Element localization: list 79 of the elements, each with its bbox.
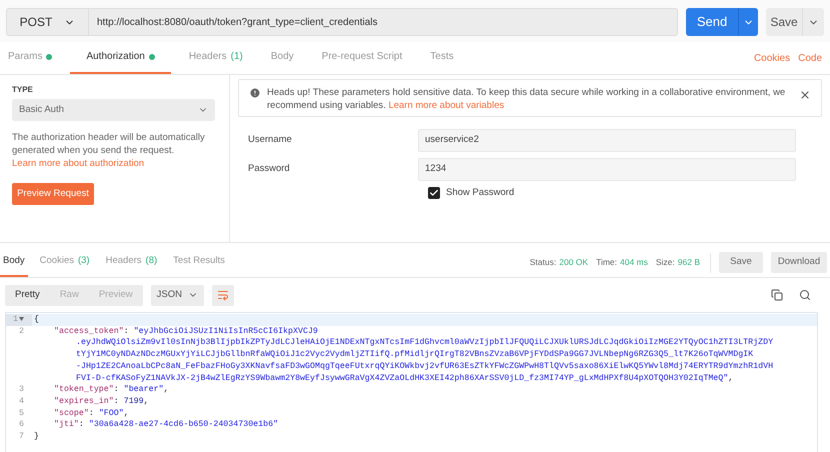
code-token: "access_token" (54, 326, 124, 336)
code-token: "scope" (54, 408, 89, 418)
stat-label: Status: (530, 256, 556, 269)
request-tab[interactable]: Pre-request Script (312, 49, 412, 74)
checkbox-label: Show Password (446, 186, 514, 200)
code-token: .eyJhdWQiOlsiZm9vIl0sInNjb3BlIjpbIkZPTyJdLCJleHAiOjE1NDExNTgxNTcsImF1dGhvcml0aWVzIjpbIlJFQUQiLCJXUklURSJdLCJqdGkiOiIzMGE2YTQyOC1hZTI3LTRjZDY (76, 338, 774, 348)
code-token: "eyJhbGciOiJSUzI1NiIsInR5cCI6IkpXVCJ9 (134, 326, 318, 336)
line-number: 6 (18, 419, 25, 432)
stat-value: 404 ms (620, 256, 648, 269)
response-button[interactable]: Download (771, 252, 827, 273)
code-token: "30a6a428-ae27-4cd6-b650-24034730e1b6" (88, 420, 278, 430)
response-tab[interactable]: Headers (8) (100, 254, 164, 277)
code-token: { (34, 315, 39, 324)
wrap-icon (216, 289, 229, 301)
response-tab[interactable]: Test Results (167, 254, 231, 277)
stat-label: Time: (596, 256, 617, 269)
auth-description: The authorization header will be automatically generated when you send the request. Learn more about authorization (12, 131, 206, 170)
field-label: Password (247, 162, 291, 176)
send-menu-button[interactable] (738, 8, 758, 36)
request-tab[interactable]: Body (260, 49, 304, 74)
code-token: : (114, 385, 120, 394)
preview-request-button[interactable]: Preview Request (12, 183, 94, 205)
line-number: 1 (6, 314, 32, 326)
line-number: 4 (18, 396, 25, 408)
request-tab[interactable]: Params (8, 49, 62, 74)
line-number: 2 (18, 326, 25, 338)
code-token: "expires_in" (54, 396, 114, 406)
link[interactable]: Cookies (754, 51, 790, 66)
code-token: , (124, 408, 129, 418)
learn-more-link[interactable]: Learn more about variables (388, 100, 504, 111)
code-token: , (728, 374, 734, 383)
code-token: FVI-D-cfKASoFyZ1NAVkJX-2jB4wZlEgRzYS9Wbawm2Y8wEyfJsywwGRaVgX4ZVZaOLdHK3XEI42ph86XArSSV0jLD_fz3MI74YP_gLxMdHPXf8U4pXOTQOH3Y02IqTMeQ" (76, 374, 728, 383)
view-mode-tab[interactable]: Pretty (5, 284, 50, 306)
stat-label: Size: (656, 256, 675, 269)
input-field[interactable]: 1234 (418, 158, 796, 181)
code-token: "token_type" (54, 385, 114, 394)
request-tab[interactable]: Headers (1) (178, 49, 253, 74)
line-number: 3 (18, 384, 25, 396)
code-token: "FOO" (98, 408, 124, 418)
code-token: , (164, 385, 169, 394)
format-dropdown[interactable]: JSON (150, 284, 204, 306)
code-token: , (144, 396, 149, 406)
alert-icon (249, 87, 261, 99)
response-tab[interactable]: Body (0, 254, 28, 277)
input-field[interactable]: userservice2 (418, 129, 796, 152)
fold-caret-icon[interactable] (19, 316, 24, 321)
code-token: : (88, 408, 95, 418)
response-tab[interactable]: Cookies (3) (34, 254, 96, 277)
code-token: tYjY1MC0yNDAzNDczMGUxYjYiLCJjbGllbnRfaWQiOiJ1c2Vyc2VydmljZTIifQ.pfMidljrQIrgT82VBnsZVzaB6VPjFYDdSPa9GG7JVLNbepNg6RZG3Q5_lt7K26oTqWVMDgIK (76, 350, 754, 360)
view-mode-tab[interactable]: Preview (88, 284, 143, 306)
code-token: : (78, 420, 85, 430)
request-tab[interactable]: Authorization (70, 49, 171, 74)
code-token: : (114, 396, 120, 406)
code-token: : (124, 326, 130, 336)
auth-type-dropdown[interactable]: Basic Auth (12, 99, 215, 121)
request-tab[interactable]: Tests (420, 49, 464, 74)
stat-value: 200 OK (559, 256, 588, 269)
code-token: } (34, 432, 39, 442)
wrap-lines-button[interactable] (212, 284, 234, 306)
code-token: "jti" (54, 420, 79, 430)
code-token: "bearer" (124, 385, 164, 394)
copy-icon[interactable] (771, 289, 783, 301)
alert-text: Heads up! These parameters hold sensitive data. To keep this data secure while working in a collaborative environment, we recommend using variables. Learn more about variables (267, 86, 786, 112)
response-button[interactable]: Save (719, 252, 763, 273)
close-icon[interactable] (799, 89, 811, 101)
view-mode-tab[interactable]: Raw (50, 284, 89, 306)
line-number: 7 (18, 431, 25, 443)
send-button[interactable]: Send (686, 8, 738, 36)
link[interactable]: Code (798, 51, 822, 66)
line-number: 5 (18, 408, 25, 420)
learn-more-link[interactable]: Learn more about authorization (12, 158, 144, 169)
code-token: 7199 (124, 396, 144, 406)
field-label: Username (247, 133, 293, 148)
save-button[interactable]: Save (766, 8, 802, 36)
search-icon[interactable] (799, 289, 811, 301)
type-label: TYPE (12, 84, 34, 96)
code-token: -JHp1ZE2CAnoaLbCPc8aN_FeFbazFHoGy3XKNavfsaFD3wGOMqgTqeeFUtxrqQYiKOWkbvj2vfUR63EsZTkYFWcZGWPwH8TlQVv5saxo86XiElwKQ5YWvl8Mdj74ERYTR9dYmzhR1dVH (76, 362, 774, 371)
stat-value: 962 B (678, 256, 700, 269)
checkbox[interactable] (428, 187, 440, 200)
